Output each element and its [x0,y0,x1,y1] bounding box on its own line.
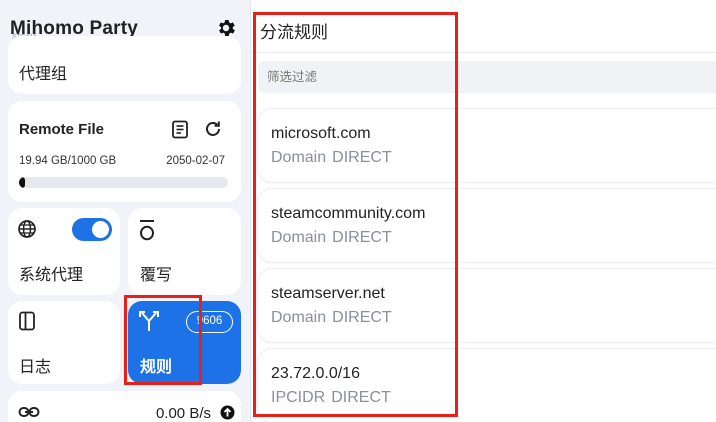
sidebar: Mihomo Party STEAM 代理组 Remote File 19.94… [0,0,250,422]
proxy-group-card[interactable]: 代理组 [8,36,241,94]
rule-item[interactable]: 23.72.0.0/16 IPCIDR DIRECT [258,349,716,422]
log-icon [19,311,35,331]
rule-item[interactable]: steamcommunity.com Domain DIRECT [258,189,716,262]
override-label: 覆写 [140,267,173,284]
traffic-speed: 0.00 B/s [155,405,211,422]
title-divider [251,52,716,53]
system-proxy-card[interactable]: 系统代理 [8,208,120,295]
rule-proxy: DIRECT [332,149,392,166]
rule-meta: IPCIDR DIRECT [271,389,397,407]
rule-proxy: DIRECT [332,309,392,326]
page-title: 分流规则 [260,23,328,42]
proxy-group-label: 代理组 [19,66,68,83]
filter-box [258,61,716,93]
traffic-card[interactable]: 0.00 B/s [8,391,241,422]
system-proxy-label: 系统代理 [19,267,84,284]
remote-profile-card[interactable]: Remote File 19.94 GB/1000 GB 2050-02-07 [8,101,241,202]
profile-usage: 19.94 GB/1000 GB [19,155,117,167]
main-panel: 分流规则 microsoft.comDomainDIRECTsteamcommu… [250,0,716,422]
filter-input[interactable] [258,61,716,93]
link-icon [18,407,40,417]
override-card[interactable]: 覆写 [128,208,241,295]
log-card[interactable]: 日志 [8,301,120,384]
rule-type: Domain [271,149,327,166]
rule-type: Domain [271,229,327,246]
refresh-icon[interactable] [203,119,223,139]
rule-item[interactable]: microsoft.com Domain DIRECT [258,109,716,182]
override-icon [140,220,154,241]
rule-type: IPCIDR [271,389,326,406]
rule-meta: Domain DIRECT [271,149,398,167]
rule-meta: Domain DIRECT [271,309,398,327]
rule-item[interactable]: steamserver.net Domain DIRECT [258,269,716,342]
rule-payload: steamcommunity.com [271,205,426,222]
log-label: 日志 [19,359,52,376]
rule-proxy: DIRECT [332,229,392,246]
rule-payload: microsoft.com [271,125,371,142]
rule-payload: 23.72.0.0/16 [271,365,360,382]
profile-expire-date: 2050-02-07 [166,155,225,167]
arrow-up-icon [220,405,235,420]
rules-label: 规则 [140,359,173,376]
document-icon[interactable] [171,120,189,139]
rule-proxy: DIRECT [331,389,391,406]
rules-card[interactable]: 9606 规则 [128,301,241,384]
globe-icon [18,220,36,238]
system-proxy-toggle[interactable] [72,218,112,241]
rules-count-badge: 9606 [186,311,233,333]
rule-meta: Domain DIRECT [271,229,398,247]
rule-type: Domain [271,309,327,326]
toggle-knob [92,221,109,238]
rule-payload: steamserver.net [271,285,385,302]
usage-progress-bar [19,177,228,188]
fork-icon [139,311,159,331]
rule-list: microsoft.com Domain DIRECT steamcommunity.… [258,109,716,422]
usage-progress-fill [19,177,26,188]
profile-name: Remote File [19,121,105,138]
